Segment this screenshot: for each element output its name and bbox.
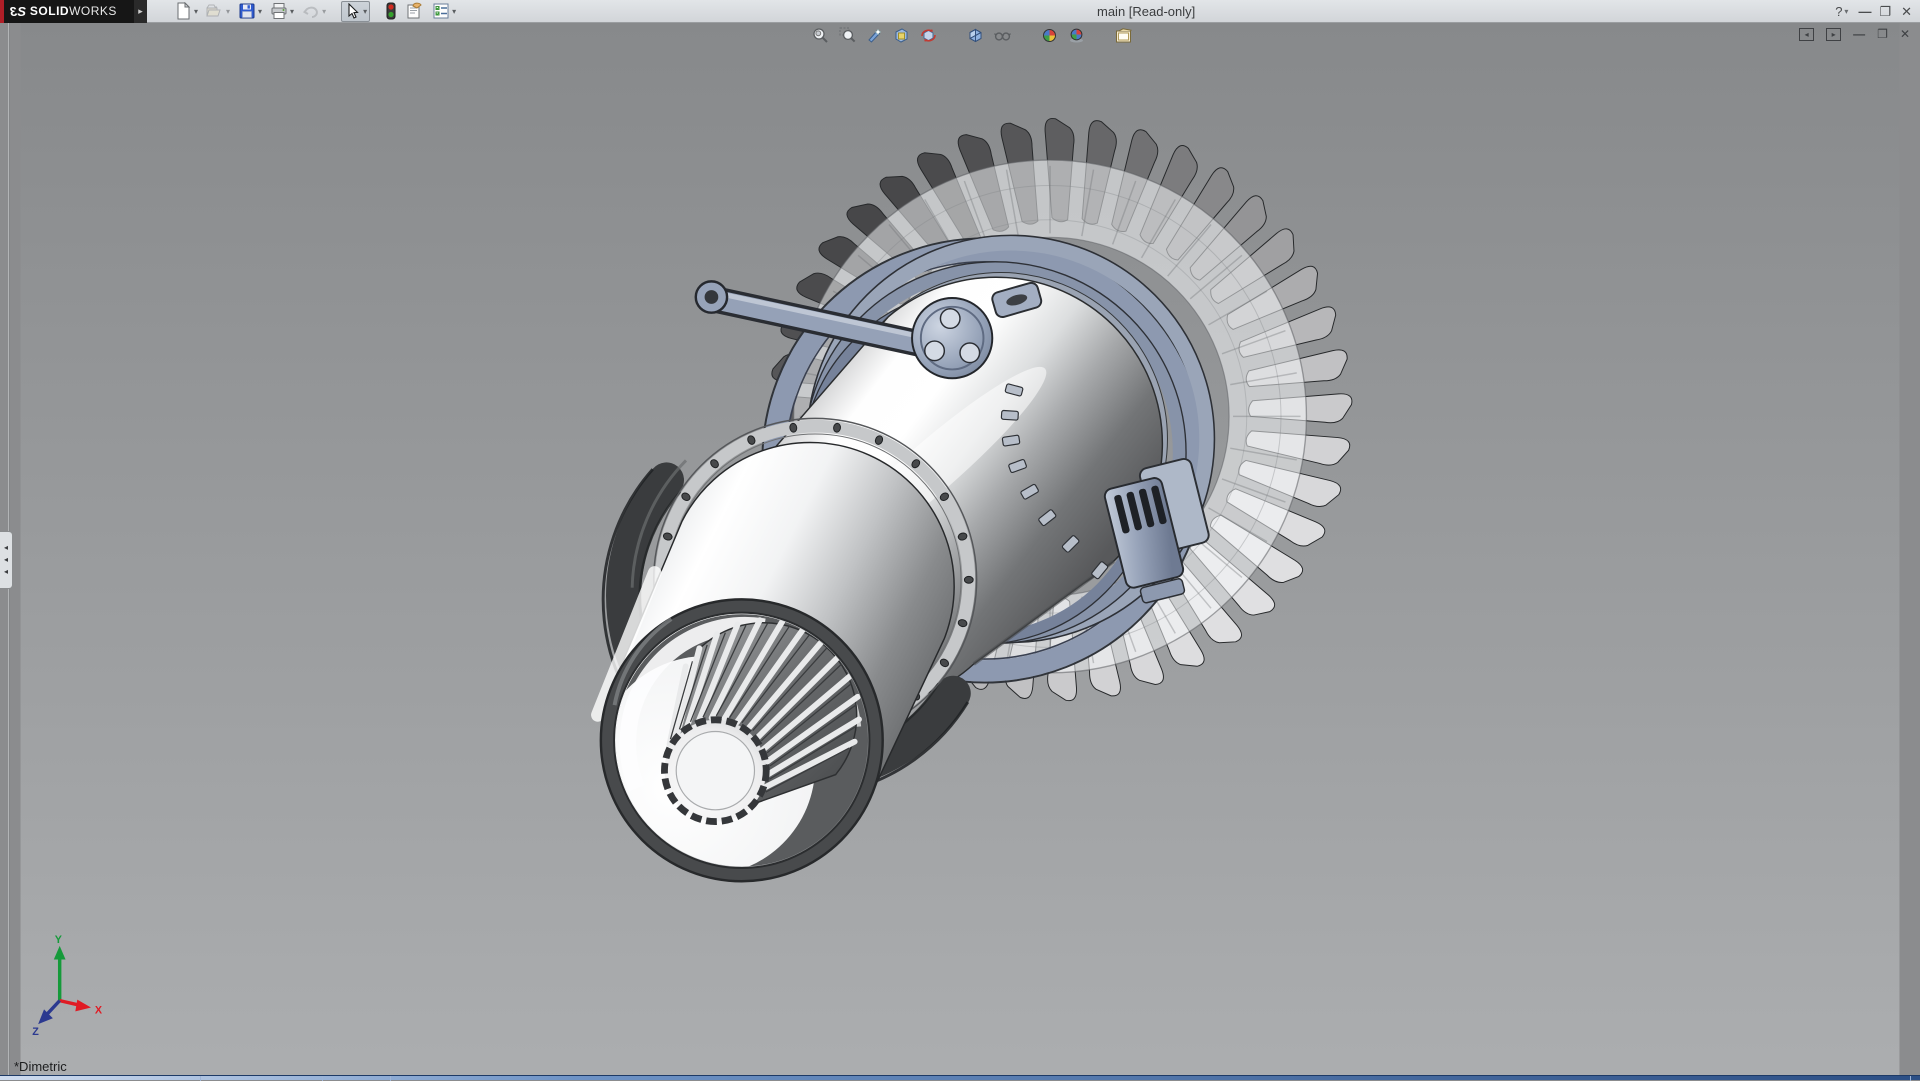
rotate-view-button[interactable] xyxy=(918,26,939,45)
zoom-to-area-button[interactable] xyxy=(837,26,858,45)
svg-text:Z: Z xyxy=(32,1026,39,1038)
print-icon xyxy=(270,2,288,20)
next-document-button[interactable]: ▸ xyxy=(1826,28,1841,41)
view-orientation-button[interactable] xyxy=(965,26,986,45)
section-view-button[interactable] xyxy=(891,26,912,45)
view-orientation-icon xyxy=(967,27,984,44)
window-controls: ?▾ — ❐ ✕ xyxy=(1835,0,1912,23)
minimize-button[interactable]: — xyxy=(1858,0,1869,23)
svg-text:X: X xyxy=(95,1004,103,1016)
undo-button[interactable]: ▾ xyxy=(299,1,329,22)
new-document-icon xyxy=(174,2,192,20)
svg-text:Y: Y xyxy=(55,934,62,946)
logo-wordmark: SOLIDWORKS xyxy=(30,4,117,18)
rotate-view-icon xyxy=(920,27,937,44)
select-cursor-icon xyxy=(344,3,361,20)
main-toolbar: ▾ ▾ ▾ ▾ ▾ ▾ ▾ xyxy=(171,1,459,22)
zoom-to-fit-icon xyxy=(812,27,829,44)
headsup-view-toolbar xyxy=(810,26,1134,45)
view-settings-icon xyxy=(1115,28,1133,44)
zoom-to-area-icon xyxy=(839,27,856,44)
file-properties-button[interactable] xyxy=(402,1,427,22)
traffic-light-icon xyxy=(385,2,397,20)
status-bar xyxy=(0,1075,1920,1080)
save-button[interactable]: ▾ xyxy=(235,1,265,22)
file-properties-icon xyxy=(405,2,424,20)
view-settings-button[interactable] xyxy=(1113,26,1134,45)
display-style-button[interactable] xyxy=(992,26,1013,45)
previous-document-button[interactable]: ◂ xyxy=(1799,28,1814,41)
open-folder-icon xyxy=(206,2,224,20)
previous-view-button[interactable] xyxy=(864,26,885,45)
document-window-controls: ◂ ▸ — ❐ ✕ xyxy=(1799,27,1910,41)
open-button[interactable]: ▾ xyxy=(203,1,233,22)
display-style-icon xyxy=(994,27,1011,44)
doc-restore-button[interactable]: ❐ xyxy=(1877,27,1888,41)
solidworks-logo: 3S SOLIDWORKS xyxy=(0,0,134,23)
options-icon xyxy=(432,2,450,20)
edit-appearance-icon xyxy=(1041,27,1058,44)
restore-button[interactable]: ❐ xyxy=(1879,0,1891,23)
options-button[interactable]: ▾ xyxy=(429,1,459,22)
edit-appearance-button[interactable] xyxy=(1039,26,1060,45)
logo-accent-stripe xyxy=(0,0,4,23)
dassault-3ds-mark-icon: 3S xyxy=(10,4,26,19)
new-document-button[interactable]: ▾ xyxy=(171,1,201,22)
close-button[interactable]: ✕ xyxy=(1901,0,1912,23)
section-view-icon xyxy=(893,27,910,44)
engine-3d-model: Y X Z xyxy=(0,23,1920,1075)
save-icon xyxy=(238,2,256,20)
apply-scene-icon xyxy=(1068,27,1085,44)
apply-scene-button[interactable] xyxy=(1066,26,1087,45)
help-button[interactable]: ?▾ xyxy=(1835,0,1848,23)
undo-icon xyxy=(302,2,320,20)
doc-minimize-button[interactable]: — xyxy=(1853,27,1865,41)
graphics-viewport[interactable]: Y X Z xyxy=(0,23,1920,1075)
document-title: main [Read-only] xyxy=(1097,0,1195,23)
feature-panel-collapse-tab[interactable]: ◂ ◂ ◂ xyxy=(0,531,13,589)
select-tool-button[interactable]: ▾ xyxy=(341,1,370,22)
doc-close-button[interactable]: ✕ xyxy=(1900,27,1910,41)
rebuild-button[interactable] xyxy=(382,1,400,22)
title-bar: 3S SOLIDWORKS ▸ ▾ ▾ ▾ ▾ ▾ ▾ xyxy=(0,0,1920,23)
previous-view-icon xyxy=(866,27,883,44)
menu-expand-arrow[interactable]: ▸ xyxy=(134,0,147,23)
print-button[interactable]: ▾ xyxy=(267,1,297,22)
view-orientation-label: *Dimetric xyxy=(14,1059,67,1074)
zoom-to-fit-button[interactable] xyxy=(810,26,831,45)
